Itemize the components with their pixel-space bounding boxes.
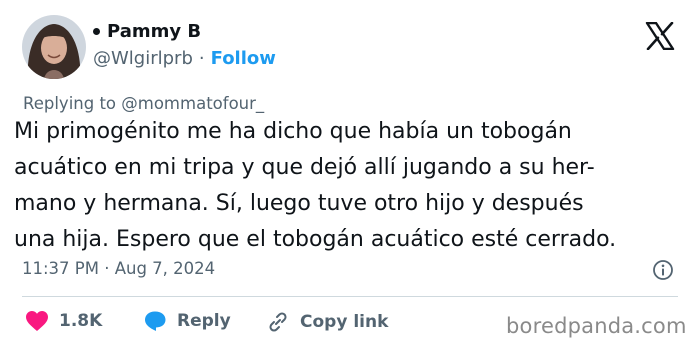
- divider: [22, 296, 678, 297]
- author-handle[interactable]: @Wlgirlprb: [93, 48, 193, 69]
- tweet-line: mano y hermana. Sí, luego tuve otro hijo…: [14, 191, 584, 216]
- reply-context[interactable]: Replying to @mommatofour_: [23, 94, 264, 113]
- avatar-image: [22, 15, 86, 79]
- heart-icon: [26, 311, 48, 331]
- bullet-dot: [93, 28, 100, 35]
- reply-button[interactable]: Reply: [143, 310, 231, 332]
- link-icon: [269, 312, 287, 332]
- watermark: boredpanda.com: [506, 314, 687, 338]
- follow-button[interactable]: Follow: [211, 48, 276, 69]
- reply-label: Reply: [177, 311, 231, 331]
- copy-link-button[interactable]: Copy link: [266, 310, 388, 334]
- tweet-line: acuático en mi tripa y que dejó allí jug…: [14, 155, 595, 180]
- like-count: 1.8K: [59, 311, 103, 331]
- separator: ·: [198, 48, 205, 69]
- reply-bubble-icon: [145, 311, 166, 331]
- author-display-name-row[interactable]: Pammy B: [93, 21, 201, 42]
- tweet-line: una hija. Espero que el tobogán acuático…: [14, 227, 617, 252]
- tweet-text: Mi primogénito me ha dicho que había un …: [14, 114, 694, 258]
- like-button[interactable]: 1.8K: [25, 310, 102, 332]
- x-logo-icon[interactable]: [645, 22, 675, 50]
- avatar[interactable]: [22, 15, 86, 79]
- author-handle-row: @Wlgirlprb · Follow: [93, 48, 276, 69]
- copy-link-label: Copy link: [300, 312, 389, 332]
- info-icon[interactable]: [652, 259, 674, 281]
- tweet-line: Mi primogénito me ha dicho que había un …: [14, 119, 572, 144]
- tweet-timestamp[interactable]: 11:37 PM · Aug 7, 2024: [22, 259, 215, 278]
- author-display-name[interactable]: Pammy B: [107, 21, 201, 42]
